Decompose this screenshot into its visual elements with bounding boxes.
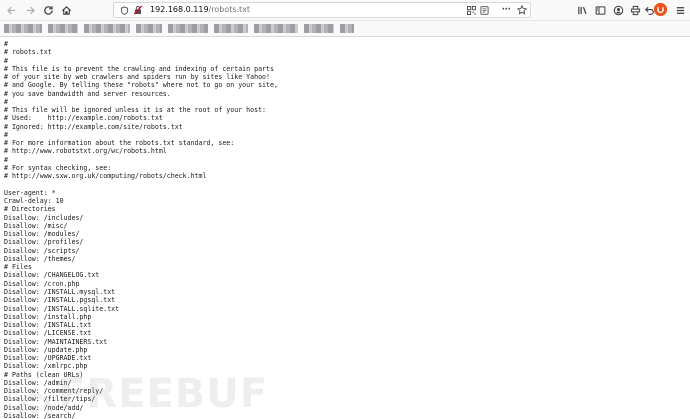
directive-line: Disallow: /scripts/ (4, 246, 80, 255)
directive-line: Crawl-delay: 10 (4, 197, 64, 206)
comment-line: # http://www.sxw.org.uk/computing/robots… (4, 172, 207, 181)
comment-line: # of your site by web crawlers and spide… (4, 73, 270, 82)
bookmark-item[interactable] (84, 24, 130, 33)
directive-line: Disallow: /INSTALL.mysql.txt (4, 287, 116, 296)
ublock-icon[interactable] (654, 3, 667, 16)
insecure-lock-icon[interactable] (132, 3, 144, 17)
qr-code-icon[interactable] (465, 3, 477, 17)
directive-line: Disallow: /themes/ (4, 254, 76, 263)
comment-line: # For more information about the robots.… (4, 139, 235, 148)
directive-line: Disallow: /modules/ (4, 230, 80, 239)
url-bar[interactable]: 192.168.0.119/robots.txt ··· (113, 2, 531, 18)
comment-line: # and Google. By telling these "robots" … (4, 81, 278, 90)
directive-line: Disallow: /INSTALL.pgsql.txt (4, 296, 116, 305)
comment-line: # Used: http://example.com/robots.txt (4, 114, 163, 123)
directive-line: Disallow: /node/add/ (4, 403, 84, 412)
directive-line: Disallow: /INSTALL.txt (4, 321, 92, 330)
library-icon[interactable] (574, 2, 590, 18)
home-icon[interactable] (58, 2, 74, 18)
directive-line: Disallow: /filter/tips/ (4, 395, 96, 404)
comment-line: # (4, 155, 8, 164)
directive-line: Disallow: /comment/reply/ (4, 387, 104, 396)
star-icon[interactable] (516, 3, 528, 17)
directive-line: User-agent: * (4, 188, 56, 197)
browser-toolbar: 192.168.0.119/robots.txt ··· (0, 0, 690, 21)
comment-line: # For syntax checking, see: (4, 163, 112, 172)
comment-line: # Ignored: http://example.com/site/robot… (4, 122, 183, 131)
comment-line: # (4, 130, 8, 139)
directive-line: Disallow: /UPGRADE.txt (4, 354, 92, 363)
comment-line: # This file is to prevent the crawling a… (4, 64, 274, 73)
account-icon[interactable] (610, 2, 626, 18)
directive-line: Disallow: /LICENSE.txt (4, 329, 92, 338)
comment-line: # http://www.robotstxt.org/wc/robots.htm… (4, 147, 167, 156)
bookmark-item[interactable] (4, 24, 42, 33)
comment-line: # Paths (clean URLs) (4, 370, 84, 379)
bookmark-item[interactable] (340, 24, 354, 33)
directive-line: Disallow: /profiles/ (4, 238, 84, 247)
directive-line: Disallow: /MAINTAINERS.txt (4, 337, 108, 346)
directive-line: Disallow: /CHANGELOG.txt (4, 271, 100, 280)
directive-line: Disallow: /xmlrpc.php (4, 362, 88, 371)
robots-txt-text: # # robots.txt # # This file is to prevent … (4, 40, 278, 419)
bookmark-item[interactable] (214, 24, 248, 33)
page-content: # # robots.txt # # This file is to prevent … (0, 37, 690, 419)
comment-line: # Directories (4, 205, 56, 214)
bookmark-item[interactable] (136, 24, 162, 33)
url-domain: 192.168.0.119 (150, 5, 209, 14)
reload-icon[interactable] (40, 2, 56, 18)
bookmark-item[interactable] (168, 24, 208, 33)
bookmark-item[interactable] (304, 24, 334, 33)
forward-arrow-icon[interactable] (22, 2, 38, 18)
back-arrow-icon[interactable] (3, 2, 19, 18)
comment-line: # This file will be ignored unless it is… (4, 106, 267, 115)
directive-line: Disallow: /includes/ (4, 213, 84, 222)
comment-line: # robots.txt (4, 48, 52, 57)
comment-line: # you save bandwidth and server resource… (4, 89, 171, 98)
directive-line: Disallow: /INSTALL.sqlite.txt (4, 304, 120, 313)
info-icon[interactable] (118, 3, 130, 17)
comment-line: # (4, 56, 8, 65)
reader-view-icon[interactable] (478, 3, 490, 17)
directive-line: Disallow: /misc/ (4, 221, 68, 230)
url-path: /robots.txt (208, 5, 251, 14)
directive-line: Disallow: /update.php (4, 345, 88, 354)
comment-line: # (4, 40, 8, 48)
more-actions-icon[interactable]: ··· (498, 3, 514, 17)
sidebar-icon[interactable] (592, 2, 608, 18)
bookmark-item[interactable] (254, 24, 298, 33)
comment-line: # (4, 97, 8, 106)
directive-line: Disallow: /search/ (4, 411, 76, 419)
directive-line: Disallow: /admin/ (4, 378, 72, 387)
directive-line: Disallow: /install.php (4, 312, 92, 321)
comment-line: # Files (4, 263, 32, 272)
hamburger-menu-icon[interactable] (672, 2, 688, 18)
bookmark-item[interactable] (48, 24, 78, 33)
bookmarks-toolbar (0, 21, 690, 37)
directive-line: Disallow: /cron.php (4, 279, 80, 288)
url-text[interactable]: 192.168.0.119/robots.txt (150, 3, 250, 17)
